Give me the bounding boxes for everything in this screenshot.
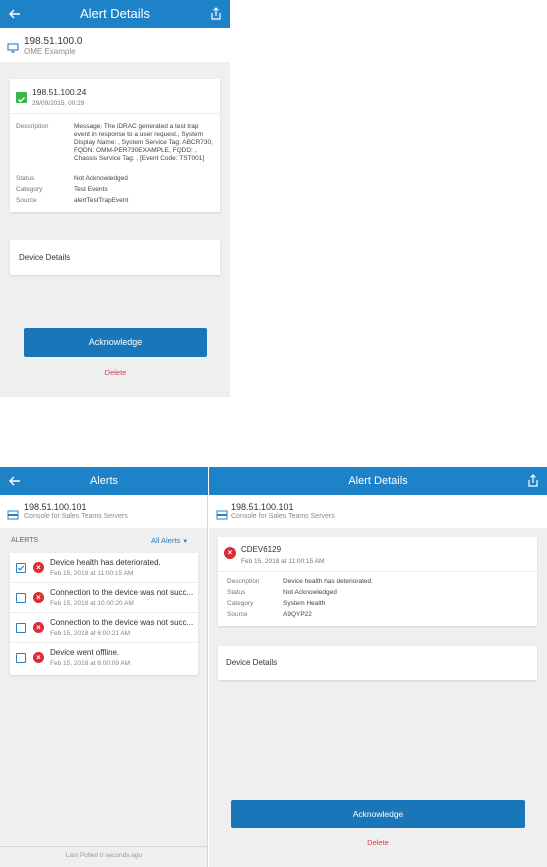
checkbox[interactable] xyxy=(16,593,26,603)
status-value: Not Acknowledged xyxy=(283,589,337,596)
server-icon xyxy=(216,507,228,520)
phone-page-title: Alert Details xyxy=(79,6,151,21)
right-device-ip: 198.51.100.101 xyxy=(231,502,294,512)
phone-device-name: OME Example xyxy=(24,47,76,56)
delete-link[interactable]: Delete xyxy=(24,368,207,377)
alert-datetime: Feb 15, 2018 at 11:00:15 AM xyxy=(241,558,325,565)
alert-date: Feb 15, 2018 at 6:00:21 AM xyxy=(50,630,131,637)
alert-details-pane: Alert Details 198.51.100.101 Console for… xyxy=(209,467,547,867)
chevron-down-icon: ▼ xyxy=(182,539,189,545)
checkbox[interactable] xyxy=(16,563,26,573)
alert-detail-card: × CDEV6129 Feb 15, 2018 at 11:00:15 AM D… xyxy=(218,537,537,626)
phone-device-ip: 198.51.100.0 xyxy=(24,36,83,47)
acknowledge-button[interactable]: Acknowledge xyxy=(231,800,525,828)
phone-alert-datetime: 29/09/2015, 00:29 xyxy=(32,100,85,107)
checkmark-icon xyxy=(16,92,27,103)
footer-divider xyxy=(0,846,208,847)
description-line: FQDN: OMM-PER730EXAMPLE, FQDD: , xyxy=(74,147,197,154)
error-icon: × xyxy=(33,592,44,603)
divider xyxy=(10,113,220,114)
acknowledge-button[interactable]: Acknowledge xyxy=(24,328,207,357)
share-icon[interactable] xyxy=(207,5,225,23)
checkbox[interactable] xyxy=(16,623,26,633)
device-details-row[interactable]: Device Details xyxy=(218,646,537,680)
phone-device-details-row[interactable]: Device Details xyxy=(10,240,220,275)
details-page-title: Alert Details xyxy=(348,475,408,487)
delete-link[interactable]: Delete xyxy=(231,838,525,847)
source-label: Source xyxy=(227,611,248,618)
alerts-section-label: ALERTS xyxy=(11,537,39,544)
phone-alert-card: 198.51.100.24 29/09/2015, 00:29 Descript… xyxy=(10,79,220,212)
alerts-app-bar: Alerts xyxy=(0,467,208,495)
right-device-header[interactable]: 198.51.100.101 Console for Sales Teams S… xyxy=(209,495,547,528)
list-item[interactable]: × Device health has deteriorated. Feb 15… xyxy=(10,553,198,583)
description-line: event in response to a user request., Sy… xyxy=(74,131,203,138)
left-device-header[interactable]: 198.51.100.101 Console for Sales Teams S… xyxy=(0,495,207,528)
status-value: Not Acknowledged xyxy=(74,175,128,182)
alerts-list: × Device health has deteriorated. Feb 15… xyxy=(10,553,198,675)
list-item[interactable]: × Connection to the device was not succ.… xyxy=(10,613,198,643)
right-device-name: Console for Sales Teams Servers xyxy=(231,513,335,520)
category-value: Test Events xyxy=(74,186,108,193)
error-icon: × xyxy=(224,547,236,559)
error-icon: × xyxy=(33,652,44,663)
phone-description-value: Message: The iDRAC generated a test trap… xyxy=(74,123,220,163)
left-device-ip: 198.51.100.101 xyxy=(24,502,87,512)
device-details-label: Device Details xyxy=(226,658,278,667)
monitor-icon xyxy=(7,40,19,53)
device-details-label: Device Details xyxy=(19,253,71,262)
last-polled-text: Last Polled 0 seconds ago xyxy=(65,852,143,859)
alert-code: CDEV6129 xyxy=(241,545,282,554)
description-line: Display Name: , System Service Tag: ABCR… xyxy=(74,139,213,146)
category-value: System Health xyxy=(283,600,326,607)
description-line: Chassis Service Tag: , [Event Code: TST0… xyxy=(74,155,205,162)
phone-alert-details-screen: Alert Details 198.51.100.0 OME Example 1… xyxy=(0,0,230,397)
alert-date: Feb 15, 2018 at 10:00:20 AM xyxy=(50,600,134,607)
source-value: alertTestTrapEvent xyxy=(74,197,129,204)
description-label: Description xyxy=(227,578,260,585)
alert-title: Connection to the device was not succ... xyxy=(50,588,194,597)
filter-label: All Alerts xyxy=(151,536,181,545)
phone-app-bar: Alert Details xyxy=(0,0,230,28)
status-label: Status xyxy=(16,175,35,182)
description-line: Message: The iDRAC generated a test trap xyxy=(74,123,199,130)
category-label: Category xyxy=(227,600,254,607)
list-item[interactable]: × Connection to the device was not succ.… xyxy=(10,583,198,613)
list-item[interactable]: × Device went offline. Feb 15, 2018 at 6… xyxy=(10,643,198,673)
category-label: Category xyxy=(16,186,43,193)
details-app-bar: Alert Details xyxy=(209,467,547,495)
description-value: Device health has deteriorated. xyxy=(283,578,373,585)
status-label: Status xyxy=(227,589,246,596)
alerts-page-title: Alerts xyxy=(89,475,119,487)
alert-date: Feb 15, 2018 at 6:00:09 AM xyxy=(50,660,131,667)
checkbox[interactable] xyxy=(16,653,26,663)
tablet-split-view: Alerts 198.51.100.101 Console for Sales … xyxy=(0,467,547,867)
alert-title: Connection to the device was not succ... xyxy=(50,618,194,627)
phone-alert-ip: 198.51.100.24 xyxy=(32,87,87,97)
alert-title: Device health has deteriorated. xyxy=(50,558,161,567)
server-icon xyxy=(7,507,19,520)
description-label: Description xyxy=(16,123,49,130)
alerts-list-pane: Alerts 198.51.100.101 Console for Sales … xyxy=(0,467,208,867)
phone-device-header[interactable]: 198.51.100.0 OME Example xyxy=(0,28,230,62)
error-icon: × xyxy=(33,622,44,633)
source-value: A9QYP22 xyxy=(283,611,312,618)
left-device-name: Console for Sales Teams Servers xyxy=(24,513,128,520)
divider xyxy=(218,571,537,572)
share-icon[interactable] xyxy=(524,472,542,490)
source-label: Source xyxy=(16,197,37,204)
error-icon: × xyxy=(33,562,44,573)
alert-date: Feb 15, 2018 at 11:00:15 AM xyxy=(50,570,134,577)
all-alerts-filter[interactable]: All Alerts ▼ xyxy=(151,536,188,545)
alert-title: Device went offline. xyxy=(50,648,120,657)
